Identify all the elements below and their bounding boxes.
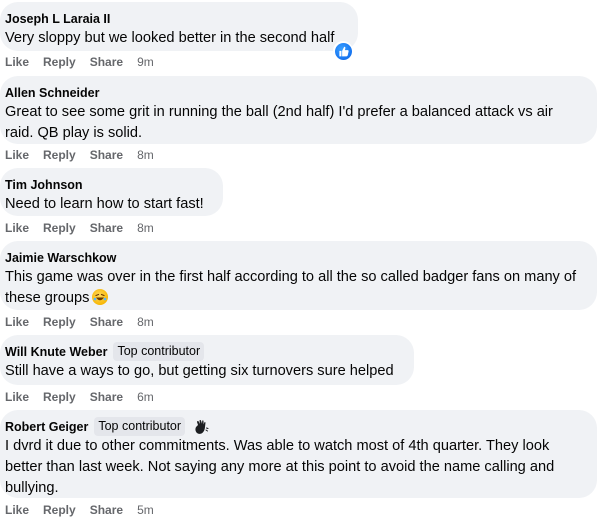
rolling-on-floor-laughing-emoji [92,289,109,305]
comment-actions: Like Reply Share 5m [5,502,154,518]
reply-button[interactable]: Reply [43,55,76,69]
comment-actions: Like Reply Share 8m [5,220,154,236]
share-button[interactable]: Share [90,221,123,235]
like-button[interactable]: Like [5,221,29,235]
comment-author[interactable]: Will Knute Weber [5,345,107,359]
like-button[interactable]: Like [5,315,29,329]
like-button[interactable]: Like [5,55,29,69]
share-button[interactable]: Share [90,315,123,329]
comment-author[interactable]: Robert Geiger [5,420,88,434]
comment-bubble: Allen Schneider Great to see some grit i… [0,76,597,144]
share-button[interactable]: Share [90,503,123,517]
top-contributor-badge: Top contributor [94,417,186,436]
comment-author[interactable]: Joseph L Laraia II [5,12,110,26]
comment-text: This game was over in the first half acc… [5,269,577,306]
comment-text: I dvrd it due to other commitments. Was … [5,438,555,496]
comment-timestamp[interactable]: 9m [137,55,154,69]
share-button[interactable]: Share [90,390,123,404]
comment-text: Still have a ways to go, but getting six… [5,363,394,379]
like-button[interactable]: Like [5,503,29,517]
comment-actions: Like Reply Share 6m [5,389,154,405]
reply-button[interactable]: Reply [43,315,76,329]
waving-hand-icon [193,419,209,435]
comment-bubble: Robert Geiger Top contributor I dvrd it … [0,410,597,498]
comment-actions: Like Reply Share 8m [5,314,154,330]
comment-actions: Like Reply Share 8m [5,147,154,163]
top-contributor-badge: Top contributor [113,342,205,361]
reply-button[interactable]: Reply [43,221,76,235]
comment-author[interactable]: Jaimie Warschkow [5,251,116,265]
comment-bubble: Tim Johnson Need to learn how to start f… [0,168,223,216]
comment-author[interactable]: Allen Schneider [5,86,99,100]
comment-text: Great to see some grit in running the ba… [5,104,553,141]
comment-bubble: Will Knute Weber Top contributor Still h… [0,335,414,385]
share-button[interactable]: Share [90,55,123,69]
share-button[interactable]: Share [90,148,123,162]
comment-actions: Like Reply Share 9m [5,54,154,70]
comment-author[interactable]: Tim Johnson [5,178,83,192]
comment-bubble: Joseph L Laraia II Very sloppy but we lo… [0,2,358,51]
comment-timestamp[interactable]: 8m [137,315,154,329]
comment-timestamp[interactable]: 8m [137,148,154,162]
comment-timestamp[interactable]: 8m [137,221,154,235]
comment-text-wrapper: This game was over in the first half acc… [5,267,585,309]
like-button[interactable]: Like [5,390,29,404]
comment-text: Need to learn how to start fast! [5,196,204,212]
comment-timestamp[interactable]: 5m [137,503,154,517]
comment-timestamp[interactable]: 6m [137,390,154,404]
comment-text: Very sloppy but we looked better in the … [5,30,335,46]
like-button[interactable]: Like [5,148,29,162]
like-reaction-icon[interactable] [333,41,353,61]
comment-bubble: Jaimie Warschkow This game was over in t… [0,241,597,310]
reply-button[interactable]: Reply [43,390,76,404]
reply-button[interactable]: Reply [43,148,76,162]
reply-button[interactable]: Reply [43,503,76,517]
